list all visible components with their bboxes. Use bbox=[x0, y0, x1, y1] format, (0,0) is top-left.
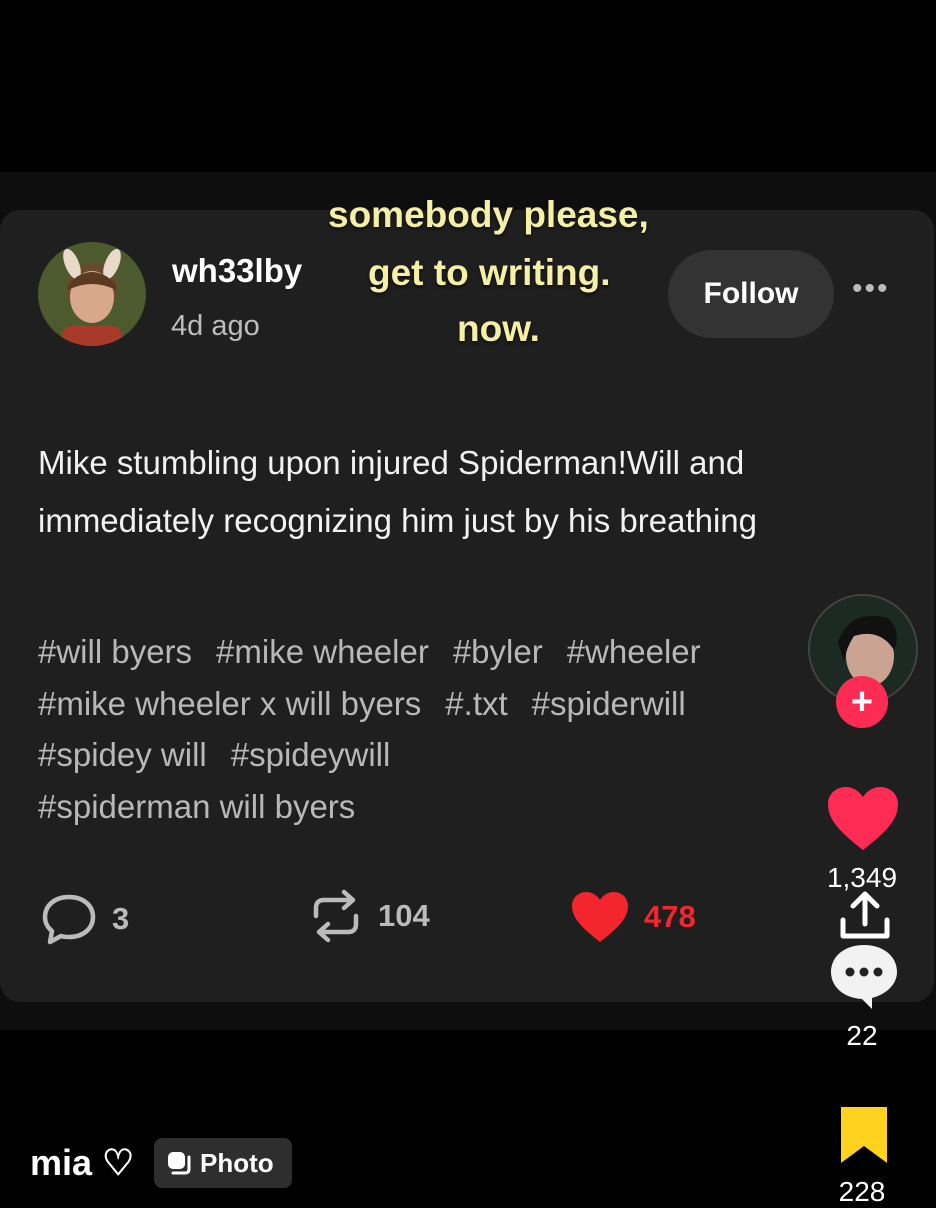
more-options-icon[interactable]: ••• bbox=[852, 272, 890, 306]
like-action[interactable]: 478 bbox=[570, 890, 696, 944]
heart-filled-icon bbox=[572, 892, 628, 942]
tag-mike-wheeler[interactable]: #mike wheeler bbox=[216, 633, 429, 670]
author-username[interactable]: wh33lby bbox=[172, 252, 302, 290]
overlay-caption-line-3: now. bbox=[457, 308, 540, 349]
tag-byler[interactable]: #byler bbox=[453, 633, 543, 670]
overlay-caption-line-1: somebody please, bbox=[328, 194, 649, 235]
photo-badge-label: Photo bbox=[200, 1147, 274, 1178]
photo-badge: Photo bbox=[154, 1138, 292, 1188]
tiktok-like-heart-icon[interactable] bbox=[826, 786, 900, 852]
reblog-icon bbox=[313, 889, 359, 943]
bookmark-count: 228 bbox=[838, 1176, 886, 1207]
tag-spiderman-will-byers[interactable]: #spiderman will byers bbox=[38, 788, 355, 825]
post-tags: #will byers #mike wheeler #byler #wheeler #… bbox=[38, 626, 898, 838]
post-timestamp: 4d ago bbox=[171, 310, 260, 342]
tag-mike-wheeler-x-will-byers[interactable]: #mike wheeler x will byers bbox=[38, 685, 421, 722]
like-count: 478 bbox=[644, 899, 696, 934]
comment-count: 3 bbox=[112, 901, 130, 936]
reblog-action[interactable]: 104 bbox=[308, 886, 430, 946]
author-avatar[interactable] bbox=[38, 242, 146, 346]
tag-spideywill[interactable]: #spideywill bbox=[231, 736, 391, 773]
tag-spiderwill[interactable]: #spiderwill bbox=[532, 685, 686, 722]
follow-button[interactable]: Follow bbox=[668, 250, 834, 338]
tiktok-comment-count: 22 bbox=[846, 1020, 878, 1051]
poster-handle[interactable]: mia ♡ bbox=[30, 1142, 134, 1184]
comment-action[interactable]: 3 bbox=[40, 892, 129, 946]
tag-txt[interactable]: #.txt bbox=[445, 685, 507, 722]
photo-stack-icon bbox=[168, 1152, 191, 1175]
bunny-ears-icon bbox=[62, 248, 122, 346]
tag-wheeler[interactable]: #wheeler bbox=[567, 633, 701, 670]
overlay-caption-line-2: get to writing. bbox=[368, 252, 611, 293]
share-icon[interactable] bbox=[838, 890, 892, 942]
follow-creator-plus-button[interactable]: + bbox=[836, 676, 888, 728]
bookmark-icon[interactable] bbox=[838, 1104, 890, 1166]
speech-bubble-icon bbox=[42, 894, 96, 945]
tag-will-byers[interactable]: #will byers bbox=[38, 633, 192, 670]
reblog-count: 104 bbox=[378, 898, 430, 933]
tiktok-comment-icon[interactable] bbox=[828, 942, 900, 1012]
tag-spidey-will[interactable]: #spidey will bbox=[38, 736, 207, 773]
post-body-text: Mike stumbling upon injured Spiderman!Wi… bbox=[38, 444, 758, 539]
